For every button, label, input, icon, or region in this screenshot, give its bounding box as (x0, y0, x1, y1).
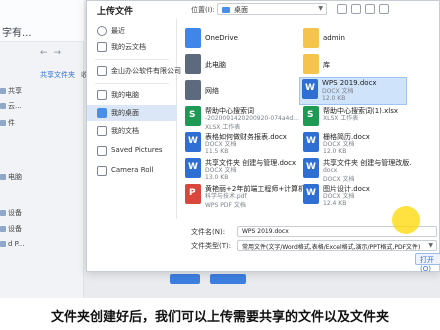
sidebar-divider (95, 83, 169, 84)
new-folder-icon[interactable] (365, 4, 375, 14)
back-icon[interactable] (337, 4, 347, 14)
cursor-highlight (392, 206, 420, 234)
dialog-title: 上传文件 (97, 7, 134, 17)
dialog-sidebar: 最近 我的云文档 金山办公软件有限公司 我的电脑 我的桌面 我的文档 Saved… (87, 19, 181, 219)
word-doc-icon (303, 132, 319, 152)
company-icon (97, 66, 107, 76)
network-icon (185, 80, 201, 100)
sidebar-item-saved-pictures[interactable]: Saved Pictures (87, 143, 177, 159)
sidebar-item-my-documents[interactable]: 我的文档 (87, 123, 177, 139)
excel-icon (185, 106, 201, 126)
location-value: 桌面 (234, 6, 248, 14)
tab-shared-folder[interactable]: 共享文件夹 (40, 71, 75, 79)
bg-side-item[interactable]: 件 (0, 118, 15, 128)
bg-action-button[interactable] (170, 274, 200, 284)
upload-file-dialog: 上传文件 位置(I): 桌面 ▼ 最近 我的云文档 金山办公软件有限公司 我的电… (86, 0, 440, 273)
bg-side-item[interactable]: 电脑 (0, 172, 22, 182)
file-item[interactable]: 帮助中心搜索词 -2020091420200920-074a4d... XLSX… (183, 105, 301, 131)
word-doc-icon (303, 184, 319, 204)
folder-icon (97, 166, 107, 176)
documents-icon (97, 126, 107, 136)
file-item[interactable]: 共享文件夹 创建与管理改版. docx DOCX 文档 (301, 157, 419, 183)
bg-side-icon (0, 226, 6, 232)
chevron-down-icon: ▼ (318, 5, 323, 12)
file-item-selected[interactable]: WPS 2019.docx DOCX 文档 12.0 KB (299, 77, 407, 105)
file-item[interactable]: 图片设计.docx DOCX 文档 12.4 KB (301, 183, 419, 207)
sidebar-item-camera-roll[interactable]: Camera Roll (87, 163, 177, 179)
onedrive-icon (185, 28, 201, 48)
library-icon (303, 54, 319, 74)
filename-label: 文件名(N): (191, 228, 226, 236)
bg-side-item[interactable]: d P... (0, 240, 24, 248)
sidebar-divider (95, 59, 169, 60)
file-item[interactable]: 栅格简历.docx DOCX 文档 12.0 KB (301, 131, 419, 155)
background-app-title: 字有... (2, 28, 32, 39)
pdf-icon (185, 184, 201, 204)
computer-icon (185, 54, 201, 74)
file-item[interactable]: 共享文件夹 创建与管理.docx DOCX 文档 13.0 KB (183, 157, 301, 181)
folder-icon (303, 28, 319, 48)
computer-icon (97, 90, 107, 100)
chevron-down-icon: ▼ (428, 242, 433, 249)
desktop-folder-icon (222, 7, 230, 13)
up-folder-icon[interactable] (351, 4, 361, 14)
word-doc-icon (185, 158, 201, 178)
bg-side-icon (0, 241, 6, 247)
bg-side-icon (0, 210, 6, 216)
bg-side-icon (0, 174, 6, 180)
desktop-icon (97, 108, 107, 118)
bg-side-item[interactable]: 共享 (0, 86, 22, 96)
filetype-label: 文件类型(T): (191, 242, 232, 250)
file-item[interactable]: 帮助中心搜索词(1).xlsx XLSX 工作表 (301, 105, 419, 129)
filetype-select[interactable]: 常用文件(文字/Word格式,表格/Excel格式,演示/PPT格式,PDF文件… (237, 240, 437, 251)
word-doc-icon (302, 79, 318, 99)
file-item[interactable]: 库 (301, 53, 419, 77)
folder-icon (97, 146, 107, 156)
sidebar-item-desktop[interactable]: 我的桌面 (87, 105, 177, 121)
sidebar-item-my-computer[interactable]: 我的电脑 (87, 87, 177, 103)
word-doc-icon (185, 132, 201, 152)
bg-side-item[interactable]: 云... (0, 101, 22, 111)
open-button[interactable]: 打开(O) (415, 253, 440, 273)
background-app-sidebar (0, 0, 84, 300)
location-label: 位置(I): (191, 6, 215, 14)
sidebar-item-company[interactable]: 金山办公软件有限公司 (87, 63, 181, 79)
video-subtitle: 文件夹创建好后，我们可以上传需要共享的文件以及文件夹 (50, 310, 389, 325)
cloud-doc-icon (97, 42, 107, 52)
location-select[interactable]: 桌面 ▼ (217, 3, 327, 15)
bg-side-icon (0, 103, 6, 109)
bg-action-button[interactable] (210, 274, 246, 284)
file-item[interactable]: 黄艳丽+2年前端工程师+计算机 科学与技术.pdf WPS PDF 文档 (183, 183, 305, 209)
bg-side-icon (0, 88, 6, 94)
sidebar-item-recent[interactable]: 最近 (87, 23, 177, 39)
file-item[interactable]: admin (301, 27, 419, 51)
background-app-header: 字有... (0, 0, 84, 42)
file-item[interactable]: OneDrive (183, 27, 301, 51)
clock-icon (97, 26, 107, 36)
word-doc-icon (303, 158, 319, 178)
nav-arrows[interactable]: ←→ (40, 48, 67, 58)
bg-side-item[interactable]: 设备 (0, 224, 22, 234)
view-menu-icon[interactable] (379, 4, 389, 14)
bg-side-icon (0, 120, 6, 126)
sidebar-item-cloud-docs[interactable]: 我的云文档 (87, 39, 177, 55)
file-item[interactable]: 此电脑 (183, 53, 301, 77)
bg-side-item[interactable]: 设备 (0, 208, 22, 218)
file-item[interactable]: 网络 (183, 79, 301, 103)
excel-icon (303, 106, 319, 126)
file-item[interactable]: 表格如何做财务报表.docx DOCX 文档 11.5 KB (183, 131, 301, 155)
